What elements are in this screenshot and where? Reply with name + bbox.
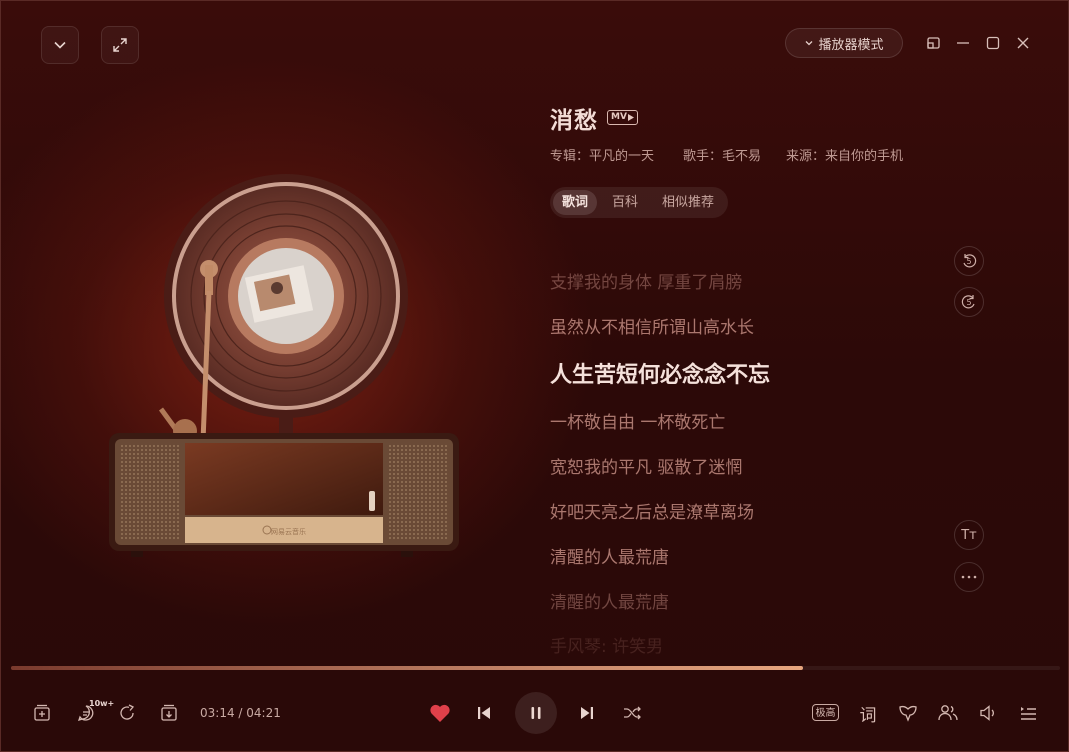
share-icon <box>120 704 135 720</box>
shuffle-icon <box>624 706 641 720</box>
mv-badge[interactable]: MV <box>607 110 638 125</box>
maximize-icon <box>986 36 1000 50</box>
download-icon <box>161 704 177 721</box>
sound-effect-icon <box>899 705 917 722</box>
pause-icon <box>531 707 541 719</box>
lyric-line[interactable]: 手风琴: 许笑男 <box>550 632 663 657</box>
close-button[interactable] <box>1013 33 1033 53</box>
lyric-line[interactable]: 支撑我的身体 厚重了肩膀 <box>550 268 742 293</box>
add-to-playlist-button[interactable] <box>29 700 55 726</box>
time-display: 03:14 / 04:21 <box>200 706 281 720</box>
forward-5-label: 5 <box>966 297 972 307</box>
desktop-lyrics-button[interactable]: 词 <box>855 700 881 726</box>
tab-wiki[interactable]: 百科 <box>601 190 649 215</box>
tab-lyrics[interactable]: 歌词 <box>553 190 597 215</box>
lyric-line[interactable]: 好吧天亮之后总是潦草离场 <box>550 498 754 523</box>
rewind-5-label: 5 <box>966 256 972 266</box>
progress-fill <box>11 666 803 670</box>
volume-icon <box>980 705 994 721</box>
mini-window-button[interactable] <box>923 33 943 53</box>
maximize-button[interactable] <box>983 33 1003 53</box>
lyric-line[interactable]: 一杯敬自由 一杯敬死亡 <box>550 408 725 433</box>
fullscreen-button[interactable] <box>101 26 139 64</box>
lyric-line[interactable]: 清醒的人最荒唐 <box>550 543 669 568</box>
previous-button[interactable] <box>471 700 497 726</box>
people-icon <box>938 705 958 721</box>
font-size-button[interactable]: Tт <box>954 520 984 550</box>
previous-icon <box>478 707 490 719</box>
download-button[interactable] <box>156 700 182 726</box>
listen-together-button[interactable] <box>935 700 961 726</box>
sound-quality-button[interactable]: 极高 <box>812 704 839 721</box>
next-icon <box>581 707 593 719</box>
sound-effect-button[interactable] <box>895 700 921 726</box>
lyric-button-label: 词 <box>859 705 877 726</box>
record-player-illustration: 网易云音乐 <box>101 161 471 581</box>
add-playlist-icon <box>34 704 50 721</box>
comment-count-badge: 10w+ <box>89 699 115 708</box>
mini-window-icon <box>927 37 940 49</box>
shuffle-button[interactable] <box>619 700 645 726</box>
lyric-line[interactable]: 宽恕我的平凡 驱散了迷惘 <box>550 453 742 478</box>
lyric-offset-back-button[interactable]: 5 <box>954 246 984 276</box>
minimize-button[interactable] <box>953 33 973 53</box>
player-mode-button[interactable]: 播放器模式 <box>785 28 903 58</box>
play-triangle-icon <box>627 114 634 121</box>
playlist-icon <box>1021 707 1036 720</box>
record-brand-text: 网易云音乐 <box>271 528 306 536</box>
collapse-button[interactable] <box>41 26 79 64</box>
song-title: 消愁 <box>550 108 598 134</box>
info-tabs: 歌词 百科 相似推荐 <box>550 187 728 218</box>
turntable-graphic <box>109 174 459 557</box>
next-button[interactable] <box>574 700 600 726</box>
like-button[interactable] <box>427 700 453 726</box>
lyric-line-current[interactable]: 人生苦短何必念念不忘 <box>550 357 770 389</box>
player-window: 播放器模式 网易云音乐 消愁 MV 专辑：平凡的一天 歌手：毛不易 来源：来自你… <box>0 0 1069 752</box>
share-button[interactable] <box>114 700 140 726</box>
player-mode-label: 播放器模式 <box>818 37 884 53</box>
pause-button[interactable] <box>515 692 557 734</box>
more-button[interactable] <box>954 562 984 592</box>
expand-icon <box>113 38 127 52</box>
tab-similar[interactable]: 相似推荐 <box>653 190 723 215</box>
source-info[interactable]: 来源：来自你的手机 <box>786 145 903 164</box>
close-icon <box>1017 37 1029 49</box>
heart-icon <box>430 704 450 722</box>
singer-info[interactable]: 歌手：毛不易 <box>683 145 761 164</box>
progress-bar[interactable] <box>11 666 1060 670</box>
more-icon <box>961 575 977 579</box>
album-info[interactable]: 专辑：平凡的一天 <box>550 145 654 164</box>
mv-badge-label: MV <box>611 112 627 122</box>
lyric-line[interactable]: 虽然从不相信所谓山高水长 <box>550 313 754 338</box>
lyric-offset-forward-button[interactable]: 5 <box>954 287 984 317</box>
minimize-icon <box>957 42 969 44</box>
playlist-button[interactable] <box>1015 700 1041 726</box>
chevron-down-icon <box>54 41 66 49</box>
lyric-line[interactable]: 清醒的人最荒唐 <box>550 588 669 613</box>
volume-button[interactable] <box>975 700 1001 726</box>
chevron-down-icon <box>806 41 813 46</box>
font-size-icon: Tт <box>961 527 977 543</box>
